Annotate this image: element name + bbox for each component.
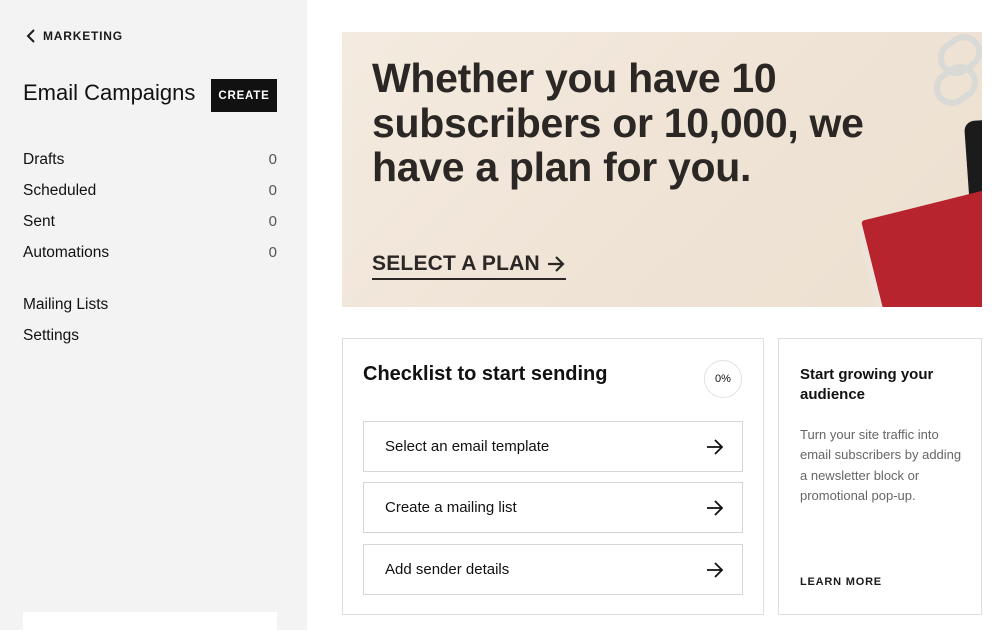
- nav-item-label: Sent: [23, 213, 55, 230]
- sidebar: MARKETING Email Campaigns CREATE Drafts …: [0, 0, 307, 642]
- task-label: Select an email template: [385, 438, 550, 455]
- task-label: Create a mailing list: [385, 499, 517, 516]
- nav-item-sent[interactable]: Sent 0: [23, 213, 277, 231]
- nav-item-label: Automations: [23, 244, 110, 261]
- nav-item-label: Mailing Lists: [23, 296, 109, 313]
- learn-more-link[interactable]: LEARN MORE: [800, 576, 882, 588]
- grow-audience-card: Start growing your audience Turn your si…: [778, 338, 982, 615]
- nav-item-mailing-lists[interactable]: Mailing Lists: [23, 296, 277, 314]
- select-plan-label: SELECT A PLAN: [372, 252, 540, 275]
- promo-headline: Whether you have 10 subscribers or 10,00…: [372, 55, 864, 190]
- nav-item-label: Drafts: [23, 151, 65, 168]
- binder-clip-image: [933, 34, 982, 106]
- task-label: Add sender details: [385, 561, 510, 578]
- arrow-right-icon: [707, 561, 724, 578]
- nav-item-count: 0: [268, 244, 277, 261]
- select-plan-link[interactable]: SELECT A PLAN: [372, 252, 566, 280]
- nav-item-scheduled[interactable]: Scheduled 0: [23, 182, 277, 200]
- create-button[interactable]: CREATE: [211, 79, 277, 112]
- nav-item-count: 0: [268, 151, 277, 168]
- nav-item-label: Scheduled: [23, 182, 97, 199]
- nav-item-count: 0: [268, 182, 277, 199]
- arrow-right-icon: [547, 256, 565, 272]
- notebook-image: [861, 187, 982, 307]
- audience-card-title: Start growing your audience: [800, 366, 934, 403]
- page-title: Email Campaigns: [23, 80, 196, 105]
- task-select-template[interactable]: Select an email template: [363, 421, 743, 472]
- arrow-right-icon: [707, 438, 724, 455]
- chevron-left-icon: [26, 29, 35, 43]
- nav-item-automations[interactable]: Automations 0: [23, 244, 277, 262]
- task-add-sender-details[interactable]: Add sender details: [363, 544, 743, 595]
- checklist-title: Checklist to start sending: [363, 363, 608, 385]
- task-create-mailing-list[interactable]: Create a mailing list: [363, 482, 743, 533]
- nav-item-label: Settings: [23, 327, 80, 344]
- plan-promo-banner: Whether you have 10 subscribers or 10,00…: [342, 32, 982, 307]
- nav-item-settings[interactable]: Settings: [23, 327, 277, 345]
- back-to-marketing-link[interactable]: MARKETING: [26, 28, 123, 44]
- back-link-label: MARKETING: [43, 29, 123, 43]
- audience-card-body: Turn your site traffic into email subscr…: [800, 427, 962, 504]
- sidebar-bottom-panel: [23, 612, 277, 642]
- nav-item-drafts[interactable]: Drafts 0: [23, 151, 277, 169]
- nav-item-count: 0: [268, 213, 277, 230]
- progress-indicator: 0%: [704, 360, 742, 398]
- checklist-card: Checklist to start sending 0% Select an …: [342, 338, 764, 615]
- arrow-right-icon: [707, 499, 724, 516]
